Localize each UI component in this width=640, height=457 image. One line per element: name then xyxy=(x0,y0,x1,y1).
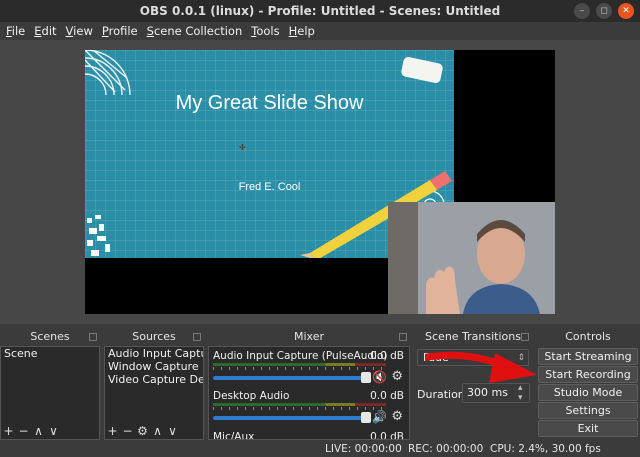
track-db: 0.0 dB xyxy=(370,390,404,402)
menu-scene-collection[interactable]: Scene Collection xyxy=(147,24,243,38)
move-source-up-button[interactable]: ∧ xyxy=(152,424,163,438)
dock-float-icon[interactable] xyxy=(521,333,529,341)
mixer-title: Mixer xyxy=(293,330,324,343)
scenes-title: Scenes xyxy=(30,330,70,343)
volume-slider-handle[interactable] xyxy=(361,412,371,423)
status-bar: LIVE: 00:00:00 REC: 00:00:00 CPU: 2.4%, … xyxy=(0,441,640,457)
sources-list[interactable]: Audio Input Captur Window Capture (X Vid… xyxy=(104,346,204,440)
menu-file[interactable]: File xyxy=(6,24,25,38)
list-item[interactable]: Window Capture (X xyxy=(105,360,203,373)
volume-meter xyxy=(213,403,386,406)
move-scene-up-button[interactable]: ∧ xyxy=(33,424,44,438)
window-title: OBS 0.0.1 (linux) - Profile: Untitled - … xyxy=(139,4,501,18)
track-name: Desktop Audio xyxy=(213,390,290,402)
volume-slider[interactable] xyxy=(213,376,371,380)
dock-float-icon[interactable] xyxy=(399,333,407,341)
mixer-track: Audio Input Capture (PulseAudio) 0.0 dB … xyxy=(212,350,406,392)
start-recording-button[interactable]: Start Recording xyxy=(538,366,638,383)
maximize-button[interactable]: ◻ xyxy=(596,3,612,19)
mixer-track: Desktop Audio 0.0 dB 🔊 ⚙ xyxy=(212,390,406,432)
muted-speaker-icon[interactable]: 🔇 xyxy=(372,370,387,384)
track-name: Mic/Aux xyxy=(213,431,255,440)
controls-title: Controls xyxy=(565,330,611,343)
add-scene-button[interactable]: + xyxy=(3,424,14,438)
meter-ticks xyxy=(213,407,386,410)
scenes-dock: Scenes Scene + − ∧ ∨ xyxy=(0,330,100,440)
move-source-down-button[interactable]: ∨ xyxy=(167,424,178,438)
remove-source-button[interactable]: − xyxy=(122,424,133,438)
slide-author: Fred E. Cool xyxy=(238,181,301,193)
volume-slider[interactable] xyxy=(213,416,371,420)
dock-float-icon[interactable] xyxy=(89,333,97,341)
track-db: 0.0 dB xyxy=(370,431,404,440)
list-item[interactable]: Scene xyxy=(1,347,99,360)
menu-tools[interactable]: Tools xyxy=(251,24,279,38)
gear-icon[interactable]: ⚙ xyxy=(391,369,403,384)
webcam-capture xyxy=(388,202,555,314)
menu-help[interactable]: Help xyxy=(289,24,315,38)
transitions-title: Scene Transitions xyxy=(425,330,521,343)
mixer-dock: Mixer Audio Input Capture (PulseAudio) 0… xyxy=(208,330,410,440)
track-name: Audio Input Capture (PulseAudio) xyxy=(213,350,388,362)
cpu-status: CPU: 2.4%, 30.00 fps xyxy=(490,443,601,455)
scenes-list[interactable]: Scene + − ∧ ∨ xyxy=(0,346,100,440)
controls-body: Start Streaming Start Recording Studio M… xyxy=(536,346,640,440)
gear-icon[interactable]: ⚙ xyxy=(391,409,403,424)
list-item[interactable]: Audio Input Captur xyxy=(105,347,203,360)
menu-profile[interactable]: Profile xyxy=(102,24,138,38)
settings-button[interactable]: Settings xyxy=(538,402,638,419)
menu-edit[interactable]: Edit xyxy=(34,24,56,38)
list-item[interactable]: Video Capture Dev xyxy=(105,373,203,386)
track-db: 0.0 dB xyxy=(370,350,404,362)
volume-meter xyxy=(213,363,386,366)
dock-float-icon[interactable] xyxy=(193,333,201,341)
preview-canvas[interactable]: ✢ My Great Slide Show Fred E. Cool xyxy=(85,50,555,314)
volume-slider-handle[interactable] xyxy=(361,372,371,383)
slide-title: My Great Slide Show xyxy=(175,92,364,114)
minimize-button[interactable]: – xyxy=(574,3,590,19)
remove-scene-button[interactable]: − xyxy=(18,424,29,438)
title-bar: OBS 0.0.1 (linux) - Profile: Untitled - … xyxy=(0,0,640,22)
sources-dock: Sources Audio Input Captur Window Captur… xyxy=(104,330,204,440)
start-streaming-button[interactable]: Start Streaming xyxy=(538,348,638,365)
close-button[interactable]: ✕ xyxy=(618,3,634,19)
annotation-arrow xyxy=(425,351,537,383)
menu-view[interactable]: View xyxy=(66,24,93,38)
sources-title: Sources xyxy=(132,330,176,343)
mixer-track: Mic/Aux 0.0 dB xyxy=(212,431,406,440)
menu-bar: File Edit View Profile Scene Collection … xyxy=(0,22,640,40)
rec-status: REC: 00:00:00 xyxy=(408,443,484,455)
controls-dock: Controls Start Streaming Start Recording… xyxy=(536,330,640,440)
source-properties-gear-icon[interactable]: ⚙ xyxy=(137,424,148,438)
studio-mode-button[interactable]: Studio Mode xyxy=(538,384,638,401)
mixer-body: Audio Input Capture (PulseAudio) 0.0 dB … xyxy=(208,346,410,440)
exit-button[interactable]: Exit xyxy=(538,420,638,437)
meter-ticks xyxy=(213,367,386,370)
move-scene-down-button[interactable]: ∨ xyxy=(48,424,59,438)
svg-text:✢: ✢ xyxy=(239,143,246,152)
preview-area: ✢ My Great Slide Show Fred E. Cool xyxy=(0,40,640,324)
add-source-button[interactable]: + xyxy=(107,424,118,438)
live-status: LIVE: 00:00:00 xyxy=(325,443,402,455)
webcam-person-image xyxy=(388,202,555,314)
speaker-icon[interactable]: 🔊 xyxy=(372,410,387,424)
